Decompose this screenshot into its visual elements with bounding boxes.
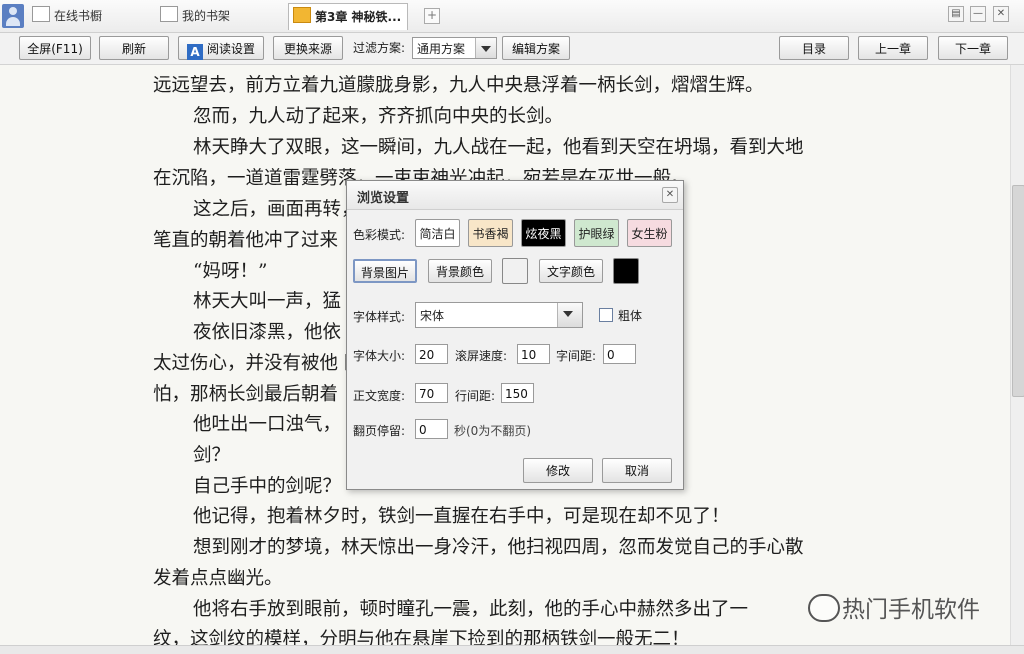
- filter-label: 过滤方案:: [353, 41, 406, 55]
- page-pause-hint: 秒(0为不翻页): [454, 424, 531, 438]
- read-settings-label: 阅读设置: [206, 42, 255, 56]
- tab-label: 第3章 神秘铁...: [315, 10, 402, 24]
- books-icon: [160, 6, 178, 22]
- chevron-down-icon[interactable]: [557, 303, 582, 327]
- tab-bar: 在线书橱 我的书架 第3章 神秘铁... + ▤ — ✕: [0, 0, 1024, 33]
- font-style-select[interactable]: 宋体: [415, 302, 583, 328]
- line-spacing-input[interactable]: 150: [501, 383, 534, 403]
- content-line: 想到刚才的梦境，林天惊出一身冷汗，他扫视四周，忽而发觉自己的手心散: [193, 537, 804, 558]
- browse-settings-dialog: 浏览设置 ✕ 色彩模式: 简洁白 书香褐 炫夜黑 护眼绿 女生粉 背景图片 背景…: [346, 180, 684, 490]
- fullscreen-button[interactable]: 全屏(F11): [19, 36, 91, 60]
- text-color-button[interactable]: 文字颜色: [539, 259, 603, 283]
- content-line: 他将右手放到眼前，顿时瞳孔一震，此刻，他的手心中赫然多出了一: [193, 599, 749, 620]
- page-pause-input[interactable]: 0: [415, 419, 448, 439]
- tab-label: 在线书橱: [54, 9, 103, 23]
- content-line: 他记得，抱着林夕时，铁剑一直握在右手中，可是现在却不见了！: [193, 506, 730, 527]
- filter-scheme-value: 通用方案: [417, 42, 466, 56]
- tab-online-bookshelf[interactable]: 在线书橱: [32, 5, 102, 27]
- bold-checkbox[interactable]: [599, 308, 613, 322]
- read-settings-button[interactable]: A 阅读设置: [178, 36, 264, 60]
- close-icon[interactable]: ✕: [993, 6, 1009, 22]
- font-size-input[interactable]: 20: [415, 344, 448, 364]
- scheme-eye-green[interactable]: 护眼绿: [574, 219, 619, 247]
- font-style-value: 宋体: [420, 309, 445, 323]
- cancel-button[interactable]: 取消: [602, 458, 672, 483]
- edit-scheme-button[interactable]: 编辑方案: [502, 36, 570, 60]
- char-spacing-label: 字间距:: [556, 349, 597, 363]
- menu-icon[interactable]: ▤: [948, 6, 964, 22]
- content-line: 忽而，九人动了起来，齐齐抓向中央的长剑。: [193, 106, 564, 127]
- scheme-book-brown[interactable]: 书香褐: [468, 219, 513, 247]
- scheme-simple-white[interactable]: 简洁白: [415, 219, 460, 247]
- page-pause-label: 翻页停留:: [353, 424, 406, 438]
- scheme-night-black[interactable]: 炫夜黑: [521, 219, 566, 247]
- change-source-button[interactable]: 更换来源: [273, 36, 343, 60]
- content-line: 笔直的朝着他冲了过来: [153, 230, 339, 251]
- content-line: 发着点点幽光。: [153, 568, 283, 589]
- text-color-swatch[interactable]: [613, 258, 639, 284]
- dialog-title-bar[interactable]: 浏览设置 ✕: [347, 181, 683, 210]
- toc-button[interactable]: 目录: [779, 36, 849, 60]
- chevron-down-icon[interactable]: [475, 38, 496, 58]
- dialog-close-icon[interactable]: ✕: [662, 187, 678, 203]
- content-line: 纹，这剑纹的模样，分明与他在悬崖下捡到的那柄铁剑一般无二！: [153, 629, 690, 645]
- user-avatar[interactable]: [2, 4, 24, 28]
- content-line: 怕，那柄长剑最后朝着: [153, 384, 339, 405]
- bg-image-button[interactable]: 背景图片: [353, 259, 417, 283]
- tab-my-bookshelf[interactable]: 我的书架: [160, 5, 230, 27]
- bold-label: 粗体: [618, 309, 643, 323]
- refresh-button[interactable]: 刷新: [99, 36, 169, 60]
- dialog-title: 浏览设置: [357, 191, 410, 206]
- bg-color-swatch[interactable]: [502, 258, 528, 284]
- tab-current-chapter[interactable]: 第3章 神秘铁...: [288, 3, 409, 30]
- content-line: 林天大叫一声，猛: [193, 291, 342, 312]
- watermark-text: 热门手机软件: [842, 597, 980, 623]
- prev-chapter-button[interactable]: 上一章: [858, 36, 928, 60]
- font-size-label: 字体大小:: [353, 349, 406, 363]
- add-tab-button[interactable]: +: [424, 8, 440, 24]
- content-line: 自己手中的剑呢？: [193, 476, 342, 497]
- book-icon: [293, 7, 311, 23]
- color-mode-label: 色彩模式:: [353, 228, 406, 242]
- scrollbar-thumb[interactable]: [1012, 185, 1024, 397]
- content-line: 林天睁大了双眼，这一瞬间，九人战在一起，他看到天空在坍塌，看到大地: [193, 137, 804, 158]
- wechat-logo-icon: [808, 594, 840, 622]
- scroll-speed-input[interactable]: 10: [517, 344, 550, 364]
- line-spacing-label: 行间距:: [455, 389, 496, 403]
- content-line: 他吐出一口浊气，: [193, 414, 342, 435]
- filter-scheme-select[interactable]: 通用方案: [412, 37, 497, 59]
- char-spacing-input[interactable]: 0: [603, 344, 636, 364]
- vertical-scrollbar[interactable]: [1010, 65, 1024, 645]
- scheme-girl-pink[interactable]: 女生粉: [627, 219, 672, 247]
- text-width-label: 正文宽度:: [353, 389, 406, 403]
- modify-button[interactable]: 修改: [523, 458, 593, 483]
- toolbar: 全屏(F11) 刷新 A 阅读设置 更换来源 过滤方案: 通用方案 编辑方案 目录…: [0, 33, 1024, 65]
- next-chapter-button[interactable]: 下一章: [938, 36, 1008, 60]
- content-line: “妈呀！”: [193, 261, 268, 282]
- font-style-label: 字体样式:: [353, 310, 406, 324]
- font-a-icon: A: [186, 44, 203, 60]
- watermark: 热门手机软件: [808, 590, 998, 624]
- scroll-speed-label: 滚屏速度:: [455, 349, 508, 363]
- text-width-input[interactable]: 70: [415, 383, 448, 403]
- content-line: 剑？: [193, 445, 231, 466]
- minimize-icon[interactable]: —: [970, 6, 986, 22]
- content-line: 远远望去，前方立着九道朦胧身影，九人中央悬浮着一柄长剑，熠熠生辉。: [153, 75, 764, 96]
- bg-color-button[interactable]: 背景颜色: [428, 259, 492, 283]
- tab-label: 我的书架: [182, 9, 231, 23]
- grid-list-icon: [32, 6, 50, 22]
